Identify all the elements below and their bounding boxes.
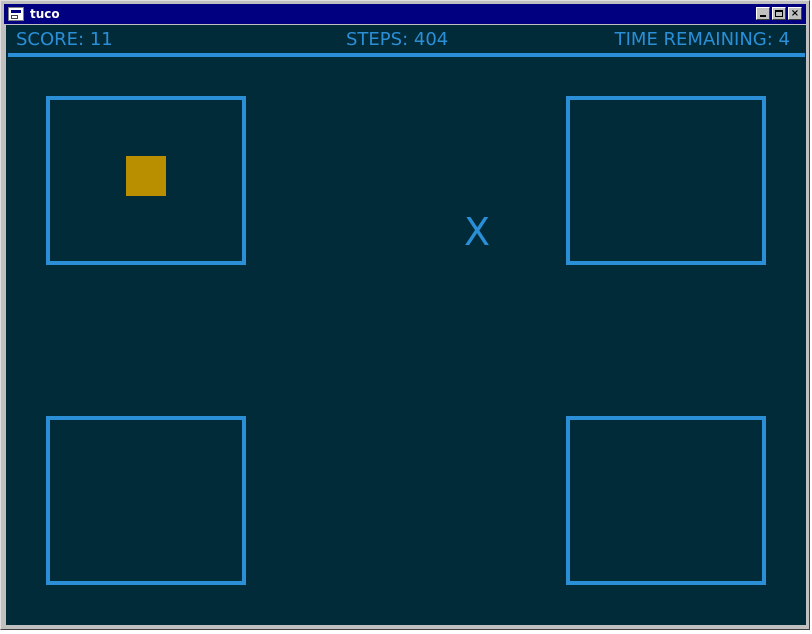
- app-icon[interactable]: [8, 7, 24, 21]
- app-window: tuco × SCORE: 11 STEPS: 404 TIME REMAINI…: [0, 0, 810, 630]
- box-bottom-right: [566, 416, 766, 585]
- steps-readout: STEPS: 404: [346, 29, 449, 50]
- close-button[interactable]: ×: [788, 7, 802, 20]
- window-controls: ×: [754, 7, 802, 20]
- score-readout: SCORE: 11: [16, 29, 113, 50]
- fixation-cross: X: [464, 210, 491, 254]
- maximize-button[interactable]: [772, 7, 786, 20]
- window-title: tuco: [30, 7, 60, 21]
- box-bottom-left: [46, 416, 246, 585]
- box-top-right: [566, 96, 766, 265]
- hud: SCORE: 11 STEPS: 404 TIME REMAINING: 4: [6, 25, 806, 53]
- game-canvas[interactable]: SCORE: 11 STEPS: 404 TIME REMAINING: 4 X: [6, 25, 806, 625]
- target-square: [126, 156, 166, 196]
- hud-divider: [8, 53, 805, 57]
- minimize-button[interactable]: [756, 7, 770, 20]
- time-remaining-readout: TIME REMAINING: 4: [614, 29, 790, 50]
- title-bar[interactable]: tuco ×: [4, 4, 806, 24]
